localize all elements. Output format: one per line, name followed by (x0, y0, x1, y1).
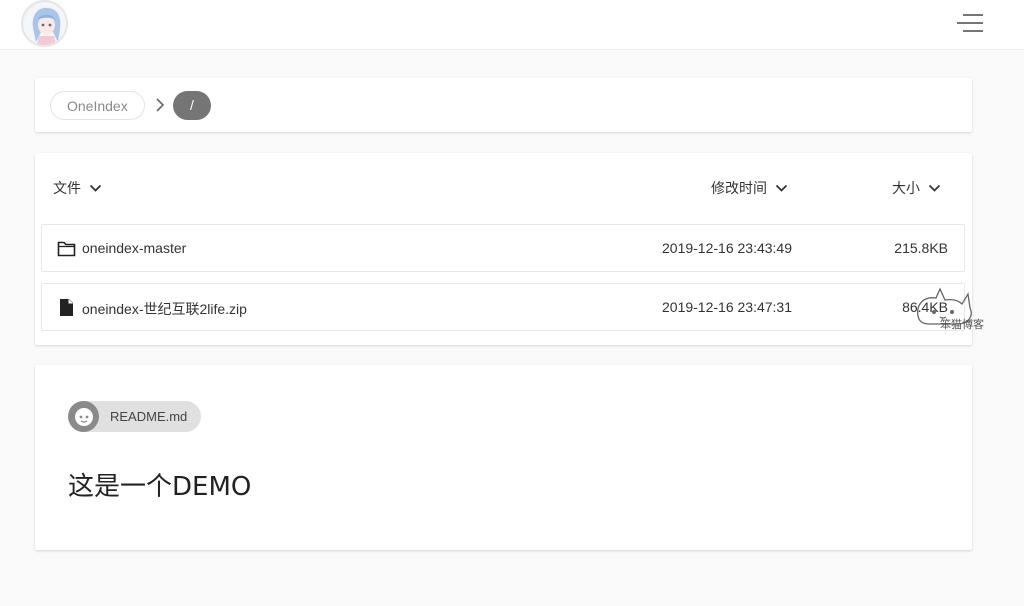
top-app-bar (0, 0, 1024, 50)
chevron-down-icon (775, 184, 788, 192)
hamburger-menu-icon[interactable] (957, 11, 983, 35)
modified-time: 2019-12-16 23:43:49 (662, 240, 792, 256)
svg-text:笨猫博客: 笨猫博客 (940, 317, 984, 331)
column-header-modified-label: 修改时间 (711, 180, 767, 196)
cat-watermark-logo: 笨猫博客 (917, 287, 984, 331)
breadcrumb-item-current[interactable]: / (173, 91, 211, 120)
column-header-size[interactable]: 大小 (892, 178, 941, 198)
list-item[interactable]: oneindex-世纪互联2life.zip 2019-12-16 23:47:… (41, 283, 965, 331)
readme-card: README.md 这是一个DEMO (35, 365, 972, 550)
file-name[interactable]: oneindex-master (82, 240, 186, 256)
avatar[interactable] (21, 0, 68, 47)
folder-icon (57, 241, 76, 257)
readme-content: 这是一个DEMO (68, 472, 252, 502)
column-header-name-label: 文件 (53, 180, 81, 196)
anime-avatar-icon (23, 2, 66, 45)
readme-chip-label: README.md (110, 409, 188, 424)
readme-avatar-icon (68, 401, 99, 432)
column-header-name[interactable]: 文件 (53, 178, 102, 198)
chevron-down-icon (89, 184, 102, 192)
list-item[interactable]: oneindex-master 2019-12-16 23:43:49 215.… (41, 224, 965, 272)
breadcrumb-item-oneindex[interactable]: OneIndex (50, 91, 145, 120)
breadcrumb: OneIndex / (35, 78, 972, 132)
file-icon (60, 299, 73, 316)
file-list: 文件 修改时间 大小 oneindex-master 2019-12-16 23… (35, 153, 972, 345)
chevron-right-icon (156, 98, 165, 112)
readme-chip[interactable]: README.md (68, 401, 202, 432)
column-header-size-label: 大小 (892, 180, 920, 196)
chevron-down-icon (928, 184, 941, 192)
file-size: 215.8KB (894, 240, 948, 256)
modified-time: 2019-12-16 23:47:31 (662, 299, 792, 315)
column-header-modified[interactable]: 修改时间 (711, 178, 788, 198)
file-name[interactable]: oneindex-世纪互联2life.zip (82, 299, 247, 319)
